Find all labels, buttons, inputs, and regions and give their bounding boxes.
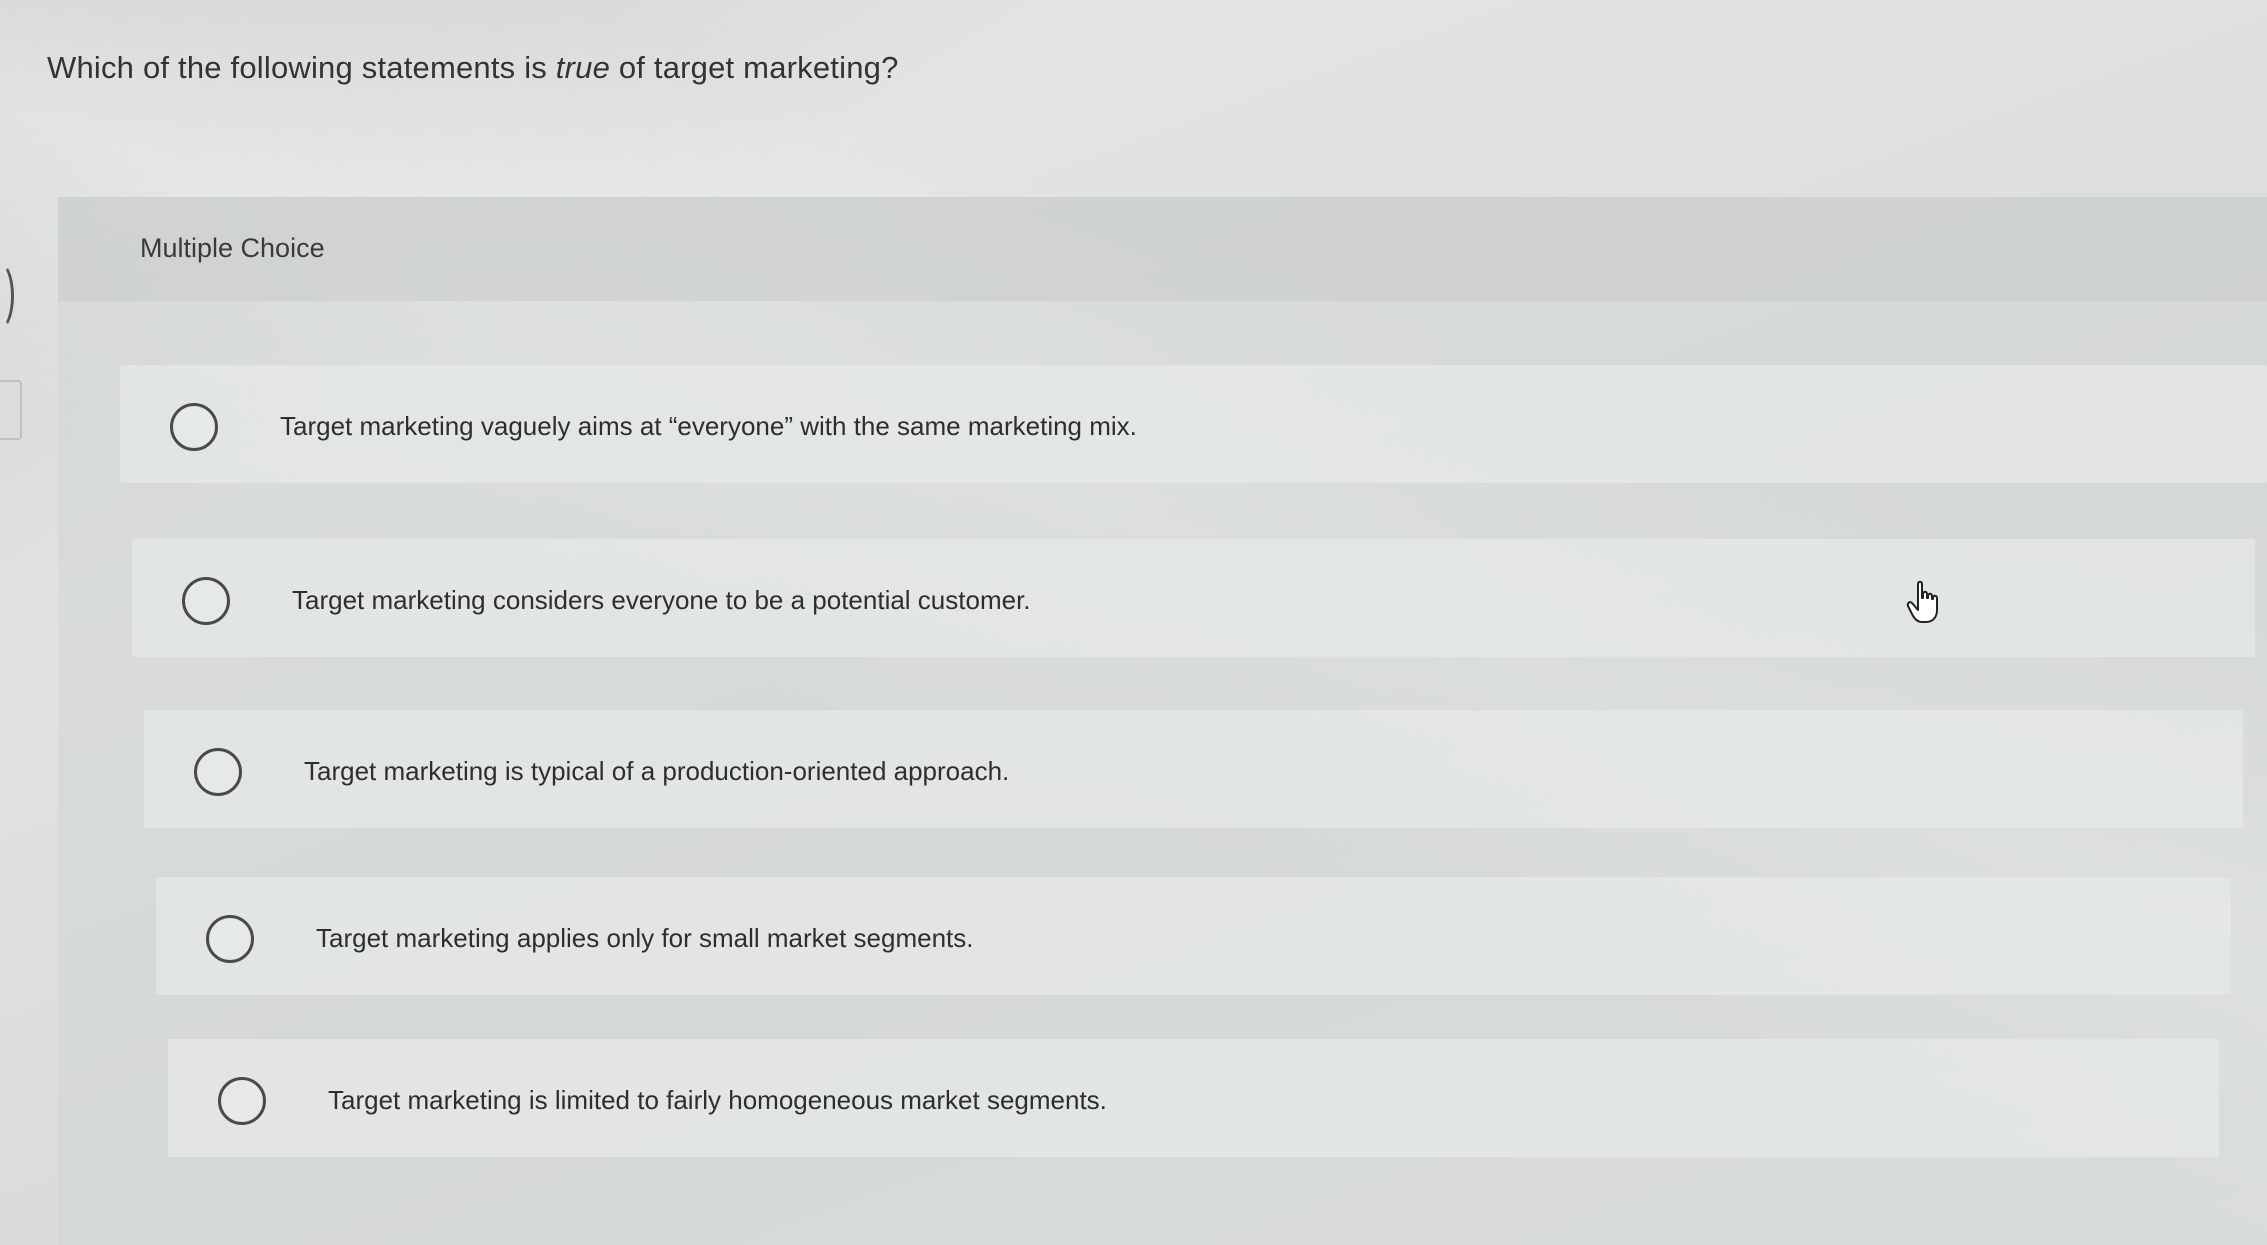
panel-header: Multiple Choice: [58, 197, 2267, 301]
answer-option-label: Target marketing is limited to fairly ho…: [328, 1085, 1107, 1115]
radio-unselected-icon[interactable]: [218, 1077, 266, 1125]
radio-unselected-icon[interactable]: [194, 748, 242, 796]
question-text: Which of the following statements is tru…: [47, 50, 899, 86]
answer-option-3[interactable]: Target marketing is typical of a product…: [144, 710, 2243, 828]
answer-option-label: Target marketing applies only for small …: [316, 923, 974, 953]
answer-option-4[interactable]: Target marketing applies only for small …: [156, 877, 2231, 995]
multiple-choice-panel: Multiple Choice Target marketing vaguely…: [58, 197, 2267, 1245]
hand-pointer-icon: [1906, 580, 1938, 623]
radio-unselected-icon[interactable]: [206, 915, 254, 963]
edge-partial-icon: [0, 262, 14, 330]
question-prefix: Which of the following statements is: [47, 50, 556, 85]
edge-partial-control: [0, 380, 22, 440]
answer-option-label: Target marketing considers everyone to b…: [292, 585, 1031, 615]
answer-option-label: Target marketing is typical of a product…: [304, 756, 1010, 786]
answer-option-label: Target marketing vaguely aims at “everyo…: [280, 411, 1137, 441]
answer-option-1[interactable]: Target marketing vaguely aims at “everyo…: [120, 365, 2267, 483]
question-suffix: of target marketing?: [610, 50, 899, 85]
answer-option-5[interactable]: Target marketing is limited to fairly ho…: [168, 1039, 2219, 1157]
radio-unselected-icon[interactable]: [170, 403, 218, 451]
radio-unselected-icon[interactable]: [182, 577, 230, 625]
question-emphasis: true: [555, 50, 611, 85]
panel-header-label: Multiple Choice: [140, 233, 325, 263]
